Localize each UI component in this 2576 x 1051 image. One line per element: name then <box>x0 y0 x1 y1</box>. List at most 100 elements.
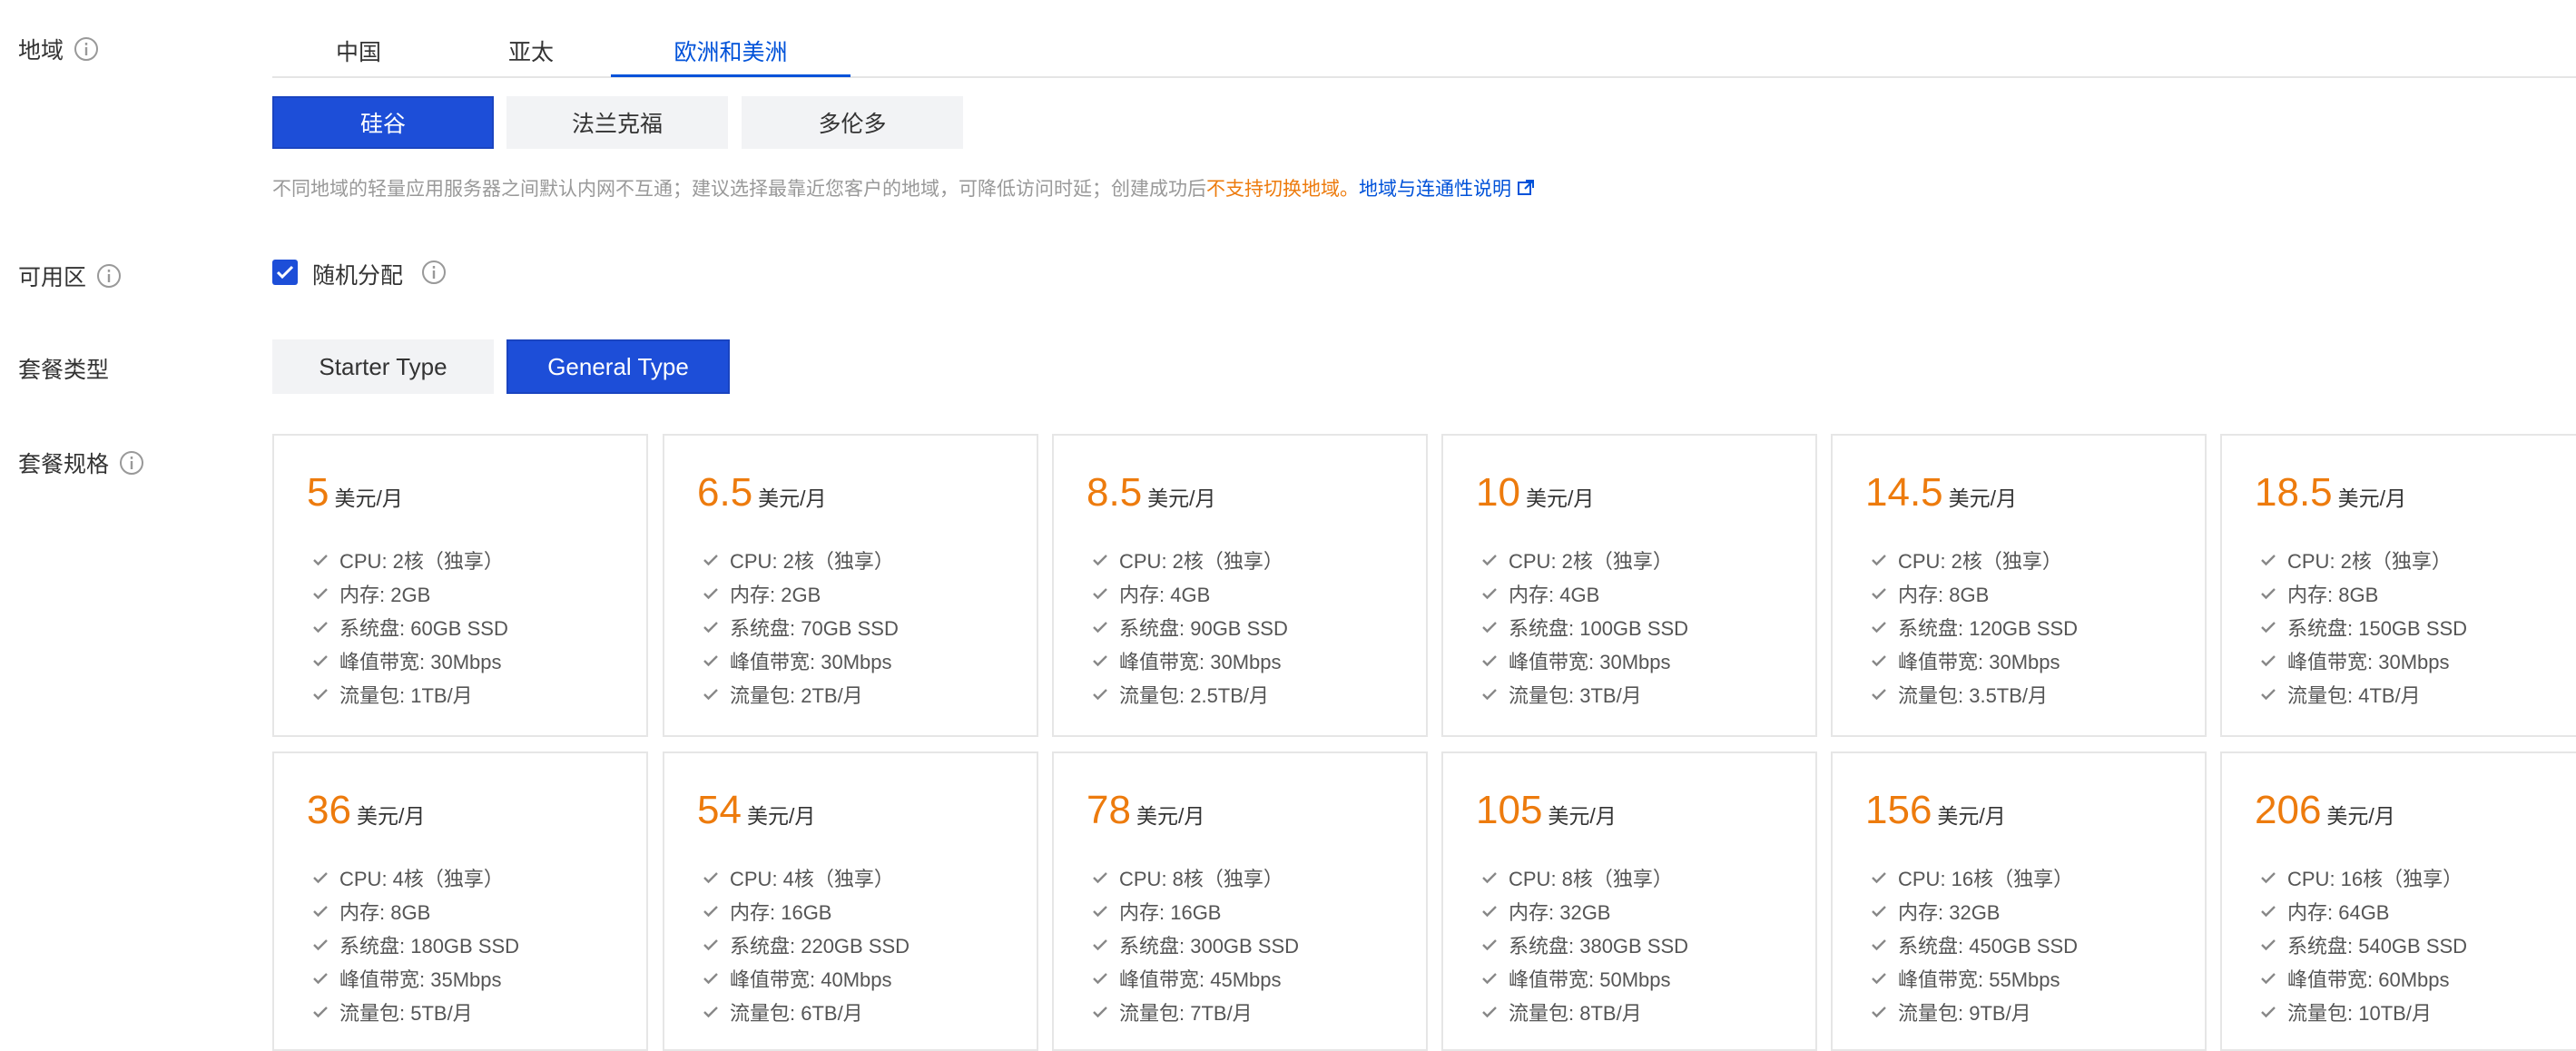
plan-spec-text: CPU: 4核（独享） <box>339 867 504 890</box>
plan-spec-item: 内存: 16GB <box>1092 894 1299 928</box>
check-icon <box>1093 938 1107 950</box>
plan-spec-item: 内存: 8GB <box>312 894 519 928</box>
check-icon <box>1482 905 1497 917</box>
info-circle-icon[interactable] <box>118 449 145 476</box>
plan-price-unit: 美元/月 <box>746 804 816 828</box>
plan-spec-list: CPU: 2核（独享） 内存: 8GB 系统盘: 120GB SSD 峰值带宽: 30… <box>1871 543 2078 711</box>
plan-spec-item: 流量包: 8TB/月 <box>1481 995 1688 1028</box>
external-link-icon <box>1518 180 1534 195</box>
plan-spec-text: 系统盘: 220GB SSD <box>730 934 910 958</box>
plan-card[interactable]: 54 美元/月 CPU: 4核（独享） 内存: 16GB 系统盘: 220GB SSD 峰… <box>663 751 1038 1051</box>
plan-price: 78 <box>1086 788 1131 832</box>
plan-spec-item: 系统盘: 100GB SSD <box>1481 610 1688 643</box>
plan-card[interactable]: 5 美元/月 CPU: 2核（独享） 内存: 2GB 系统盘: 60GB SSD 峰值带宽… <box>272 434 648 737</box>
plan-price: 10 <box>1476 470 1520 515</box>
starter-type-button[interactable]: Starter Type <box>272 339 494 394</box>
check-icon <box>703 938 718 950</box>
city-button-frankfurt[interactable]: 法兰克福 <box>506 96 728 149</box>
plan-spec-text: 流量包: 6TB/月 <box>730 1001 863 1025</box>
info-circle-icon[interactable] <box>73 35 100 63</box>
plan-card[interactable]: 156 美元/月 CPU: 16核（独享） 内存: 32GB 系统盘: 450GB SS… <box>1831 751 2207 1051</box>
plan-card[interactable]: 105 美元/月 CPU: 8核（独享） 内存: 32GB 系统盘: 380GB SSD… <box>1441 751 1817 1051</box>
plan-spec-item: CPU: 16核（独享） <box>2260 860 2467 894</box>
city-button-toronto[interactable]: 多伦多 <box>742 96 963 149</box>
plan-spec-list: CPU: 8核（独享） 内存: 16GB 系统盘: 300GB SSD 峰值带宽: 4… <box>1092 860 1299 1028</box>
plan-card[interactable]: 10 美元/月 CPU: 2核（独享） 内存: 4GB 系统盘: 100GB SSD 峰值… <box>1441 434 1817 737</box>
city-button-silicon-valley[interactable]: 硅谷 <box>272 96 494 149</box>
tab-region-europe-america[interactable]: 欧洲和美洲 <box>611 25 850 77</box>
plan-price-unit: 美元/月 <box>2326 804 2395 828</box>
plan-card[interactable]: 6.5 美元/月 CPU: 2核（独享） 内存: 2GB 系统盘: 70GB SSD 峰值… <box>663 434 1038 737</box>
general-type-button[interactable]: General Type <box>506 339 730 394</box>
plan-spec-text: 系统盘: 180GB SSD <box>339 934 520 958</box>
plan-spec-item: 系统盘: 90GB SSD <box>1092 610 1288 643</box>
plan-card[interactable]: 14.5 美元/月 CPU: 2核（独享） 内存: 8GB 系统盘: 120GB SSD… <box>1831 434 2207 737</box>
plan-price-unit: 美元/月 <box>356 804 426 828</box>
check-icon <box>2261 554 2276 565</box>
region-row-label: 地域 <box>18 33 100 65</box>
plan-card[interactable]: 206 美元/月 CPU: 16核（独享） 内存: 64GB 系统盘: 540GB SS… <box>2220 751 2576 1051</box>
plan-card[interactable]: 8.5 美元/月 CPU: 2核（独享） 内存: 4GB 系统盘: 90GB SSD 峰值… <box>1052 434 1428 737</box>
check-icon <box>1482 587 1497 599</box>
plan-spec-text: 内存: 2GB <box>339 583 431 606</box>
region-connectivity-link[interactable]: 地域与连通性说明 <box>1359 174 1535 201</box>
plan-card[interactable]: 36 美元/月 CPU: 4核（独享） 内存: 8GB 系统盘: 180GB SSD 峰值… <box>272 751 648 1051</box>
checkbox-checked-icon[interactable] <box>272 260 298 285</box>
plan-spec-text: 内存: 16GB <box>1119 900 1222 924</box>
check-icon <box>1482 688 1497 700</box>
plan-spec-list: CPU: 8核（独享） 内存: 32GB 系统盘: 380GB SSD 峰值带宽: 5… <box>1481 860 1688 1028</box>
check-icon <box>1482 1006 1497 1017</box>
plan-spec-item: 内存: 32GB <box>1871 894 2078 928</box>
plan-spec-item: 内存: 8GB <box>1871 576 2078 610</box>
plan-price: 54 <box>697 788 742 832</box>
plan-price-row: 14.5 美元/月 <box>1865 470 2017 516</box>
plan-spec-text: 峰值带宽: 30Mbps <box>1509 650 1671 673</box>
plan-spec-item: 系统盘: 220GB SSD <box>703 928 909 961</box>
plan-spec-item: 峰值带宽: 55Mbps <box>1871 961 2078 995</box>
plan-spec-item: CPU: 4核（独享） <box>703 860 909 894</box>
check-icon <box>703 972 718 984</box>
plan-price-row: 36 美元/月 <box>307 788 425 833</box>
check-icon <box>1093 554 1107 565</box>
check-icon <box>703 1006 718 1017</box>
plan-spec-item: 系统盘: 450GB SSD <box>1871 928 2078 961</box>
plan-spec-text: CPU: 2核（独享） <box>1509 549 1673 573</box>
plan-spec-item: 流量包: 1TB/月 <box>312 677 508 711</box>
plan-card[interactable]: 18.5 美元/月 CPU: 2核（独享） 内存: 8GB 系统盘: 150GB SSD… <box>2220 434 2576 737</box>
plan-price-row: 6.5 美元/月 <box>697 470 827 516</box>
plan-spec-text: 峰值带宽: 60Mbps <box>2287 968 2450 991</box>
info-circle-icon[interactable] <box>420 259 447 286</box>
notice-text: 不同地域的轻量应用服务器之间默认内网不互通；建议选择最靠近您客户的地域，可降低访… <box>272 179 1206 200</box>
plan-spec-text: 系统盘: 300GB SSD <box>1119 934 1300 958</box>
check-icon <box>313 554 328 565</box>
plan-spec-item: 系统盘: 300GB SSD <box>1092 928 1299 961</box>
plan-price-row: 156 美元/月 <box>1865 788 2006 833</box>
plan-spec-text: 峰值带宽: 40Mbps <box>730 968 892 991</box>
plan-spec-text: CPU: 2核（独享） <box>339 549 504 573</box>
plan-spec-list: CPU: 2核（独享） 内存: 8GB 系统盘: 150GB SSD 峰值带宽: 30… <box>2260 543 2467 711</box>
plan-spec-text: 峰值带宽: 55Mbps <box>1898 968 2060 991</box>
plan-spec-text: 流量包: 1TB/月 <box>339 683 473 707</box>
plan-spec-item: 流量包: 2TB/月 <box>703 677 899 711</box>
plan-spec-item: 流量包: 5TB/月 <box>312 995 519 1028</box>
plan-spec-item: CPU: 2核（独享） <box>1092 543 1288 576</box>
plan-spec-text: 内存: 32GB <box>1509 900 1611 924</box>
tab-region-china[interactable]: 中国 <box>272 25 445 74</box>
check-icon <box>703 621 718 633</box>
plan-card[interactable]: 78 美元/月 CPU: 8核（独享） 内存: 16GB 系统盘: 300GB SSD 峰… <box>1052 751 1428 1051</box>
check-icon <box>313 938 328 950</box>
plan-spec-text: CPU: 16核（独享） <box>1898 867 2074 890</box>
city-label: 硅谷 <box>359 112 406 137</box>
plan-spec-row-label: 套餐规格 <box>18 447 145 479</box>
plan-price: 8.5 <box>1086 470 1143 515</box>
check-icon <box>2261 688 2276 700</box>
plan-spec-text: 内存: 8GB <box>2287 583 2379 606</box>
tab-region-asia-pacific[interactable]: 亚太 <box>445 25 617 74</box>
plan-spec-text: CPU: 2核（独享） <box>1119 549 1283 573</box>
plan-spec-item: 峰值带宽: 30Mbps <box>1092 643 1288 677</box>
check-icon <box>1482 972 1497 984</box>
info-circle-icon[interactable] <box>95 262 123 290</box>
random-assign-label[interactable]: 随机分配 <box>312 258 403 290</box>
check-icon <box>313 871 328 883</box>
plan-price-row: 78 美元/月 <box>1086 788 1204 833</box>
